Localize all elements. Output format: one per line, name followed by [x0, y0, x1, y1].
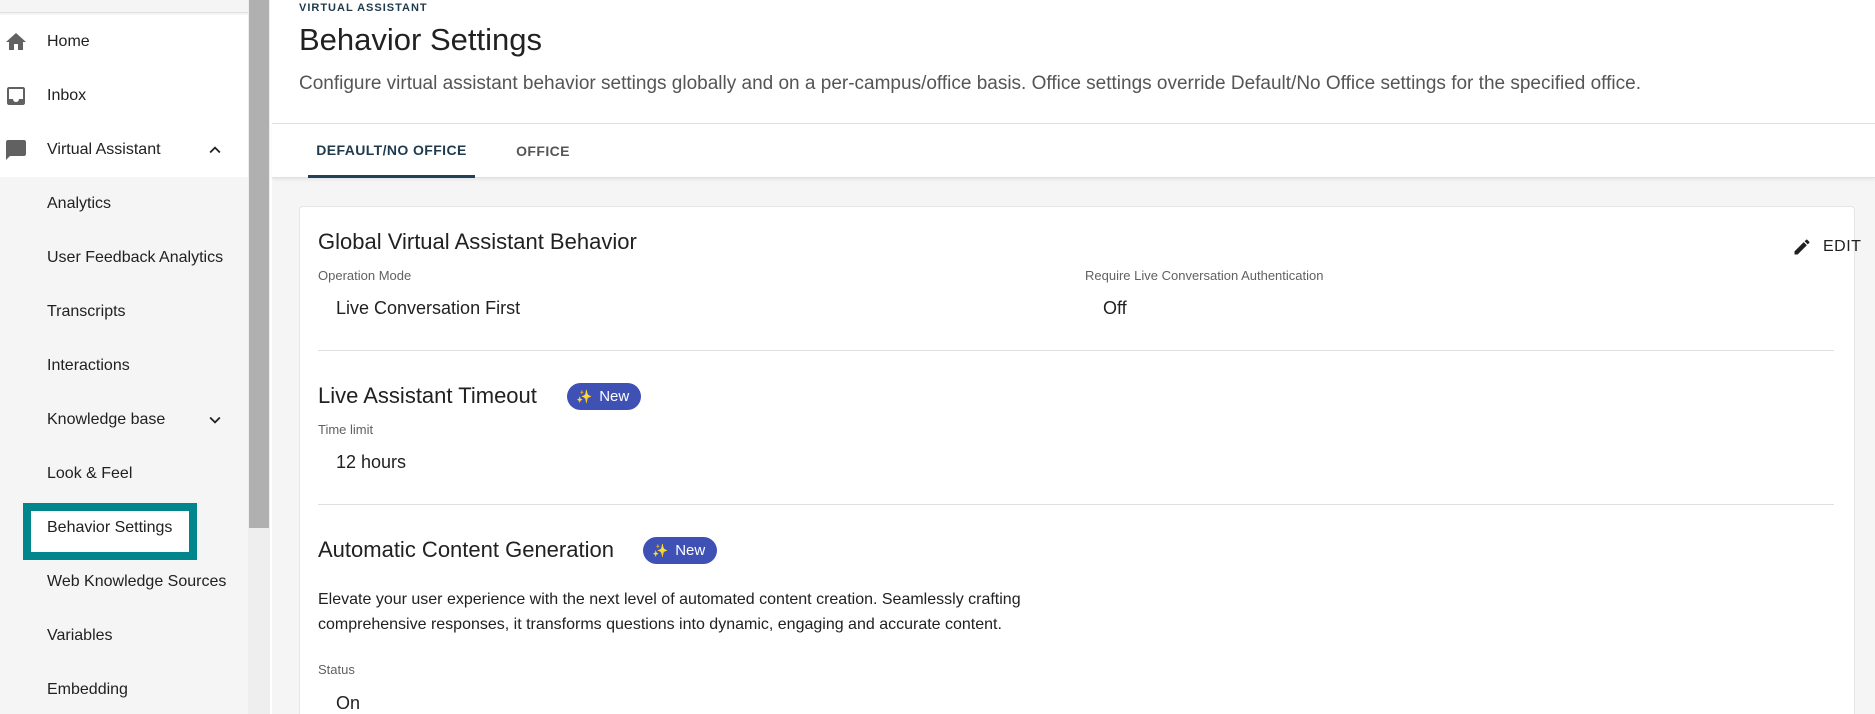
sparkle-icon: ✨ — [576, 388, 593, 404]
main-content: VIRTUAL ASSISTANT Behavior Settings Conf… — [272, 0, 1875, 714]
chevron-up-icon[interactable] — [204, 139, 226, 161]
edit-button[interactable]: EDIT — [1792, 233, 1861, 261]
timeout-title: Live Assistant Timeout — [318, 383, 537, 408]
sidebar: Home Inbox Virtual Assistant Analytics U… — [0, 0, 248, 714]
sidebar-item-label: Inbox — [47, 87, 87, 104]
home-icon — [6, 33, 26, 50]
chat-icon — [6, 140, 26, 160]
sidebar-item-analytics[interactable]: Analytics — [0, 177, 248, 231]
sidebar-item-label: Transcripts — [47, 303, 126, 320]
sidebar-item-home[interactable]: Home — [0, 15, 248, 69]
section-divider — [318, 504, 1834, 505]
page-description: Configure virtual assistant behavior set… — [299, 73, 1641, 94]
sidebar-item-label: Interactions — [47, 357, 130, 374]
operation-mode-value: Live Conversation First — [336, 298, 521, 318]
time-limit-label: Time limit — [318, 422, 374, 437]
page-eyebrow: VIRTUAL ASSISTANT — [299, 2, 428, 14]
pencil-icon — [1794, 239, 1810, 255]
sidebar-item-virtual-assistant[interactable]: Virtual Assistant — [0, 123, 248, 177]
sidebar-item-look-and-feel[interactable]: Look & Feel — [0, 447, 248, 501]
sidebar-item-behavior-settings[interactable]: Behavior Settings — [0, 501, 248, 560]
sidebar-scrollbar-thumb[interactable] — [249, 0, 269, 528]
sidebar-item-label: Home — [47, 33, 90, 50]
inbox-icon — [7, 87, 25, 105]
sidebar-item-interactions[interactable]: Interactions — [0, 339, 248, 393]
content-generation-description-line-2: comprehensive responses, it transforms q… — [318, 616, 1002, 633]
new-badge-label: New — [599, 388, 630, 405]
tab-office[interactable]: OFFICE — [500, 124, 586, 178]
sidebar-item-label: Web Knowledge Sources — [47, 573, 227, 590]
sidebar-item-inbox[interactable]: Inbox — [0, 69, 248, 123]
new-badge: ✨ New — [643, 537, 718, 564]
settings-card: EDIT Global Virtual Assistant Behavior O… — [299, 206, 1861, 714]
sidebar-item-variables[interactable]: Variables — [0, 609, 248, 663]
chevron-down-icon[interactable] — [204, 409, 226, 431]
tab-default-no-office[interactable]: DEFAULT/NO OFFICE — [308, 124, 475, 178]
sidebar-item-label: Knowledge base — [47, 411, 166, 428]
page-header: VIRTUAL ASSISTANT Behavior Settings Conf… — [272, 0, 1875, 124]
content-generation-title: Automatic Content Generation — [318, 537, 614, 562]
sidebar-item-transcripts[interactable]: Transcripts — [0, 285, 248, 339]
sidebar-item-knowledge-base[interactable]: Knowledge base — [0, 393, 248, 447]
sidebar-item-label: User Feedback Analytics — [47, 249, 224, 266]
content-generation-description-line-1: Elevate your user experience with the ne… — [318, 591, 1021, 608]
edit-button-label: EDIT — [1823, 238, 1862, 255]
sidebar-item-embedding[interactable]: Embedding — [0, 663, 248, 714]
operation-mode-label: Operation Mode — [318, 268, 412, 283]
tab-bar: DEFAULT/NO OFFICE OFFICE — [272, 124, 1875, 178]
sidebar-item-label: Analytics — [47, 195, 112, 212]
sidebar-item-label: Virtual Assistant — [47, 141, 161, 158]
auth-label: Require Live Conversation Authentication — [1085, 268, 1324, 283]
auth-value: Off — [1103, 298, 1127, 318]
sidebar-item-label: Embedding — [47, 681, 128, 698]
sidebar-divider — [0, 12, 248, 13]
status-label: Status — [318, 662, 355, 677]
new-badge-label: New — [675, 542, 706, 559]
section-divider — [318, 350, 1834, 351]
sparkle-icon: ✨ — [652, 542, 669, 558]
page-title: Behavior Settings — [299, 22, 542, 57]
sidebar-item-label: Look & Feel — [47, 465, 133, 482]
sidebar-item-label: Variables — [47, 627, 113, 644]
status-value: On — [336, 693, 361, 713]
sidebar-item-web-knowledge-sources[interactable]: Web Knowledge Sources — [0, 555, 248, 609]
global-behavior-title: Global Virtual Assistant Behavior — [318, 229, 637, 254]
new-badge: ✨ New — [567, 383, 642, 410]
sidebar-item-label: Behavior Settings — [47, 519, 173, 536]
sidebar-item-user-feedback-analytics[interactable]: User Feedback Analytics — [0, 231, 248, 285]
time-limit-value: 12 hours — [336, 452, 407, 472]
